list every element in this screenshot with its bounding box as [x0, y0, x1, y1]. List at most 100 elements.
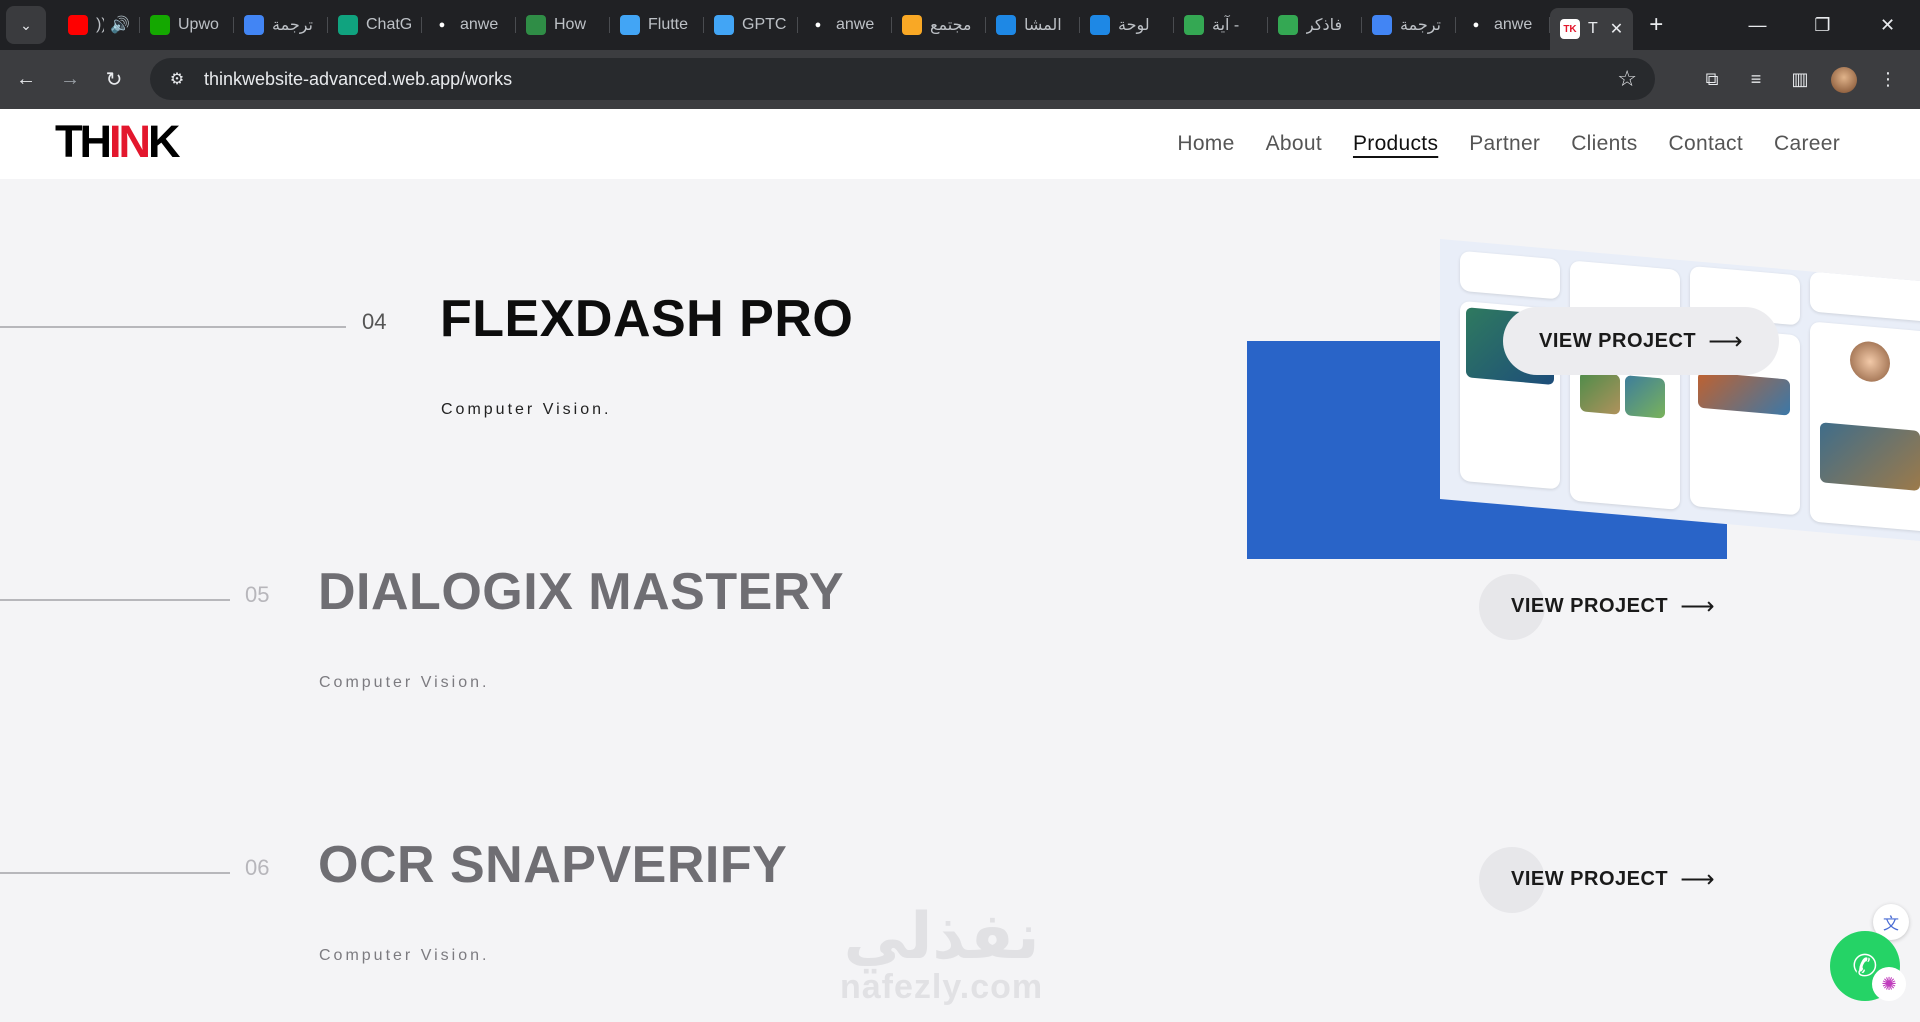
- back-button[interactable]: ←: [8, 62, 44, 98]
- view-project-button[interactable]: VIEW PROJECT ⟶: [1479, 573, 1716, 640]
- tab-2[interactable]: ترجمة: [234, 8, 328, 42]
- tab-title: آية -: [1212, 17, 1240, 34]
- tab-14[interactable]: ترجمة: [1362, 8, 1456, 42]
- tab-15[interactable]: ● anwe: [1456, 8, 1550, 42]
- think-favicon-icon: TK: [1560, 19, 1580, 39]
- work-subtitle: Computer Vision.: [441, 401, 612, 418]
- hsoub-icon: [902, 15, 922, 35]
- tab-0[interactable]: )) 🔊: [58, 8, 140, 42]
- browser-chrome: ⌄ )) 🔊 Upwo ترجمة ChatG ● anwe How Flutte GPTC ● an…: [0, 0, 1920, 109]
- tab-title: T: [1588, 20, 1598, 37]
- work-item[interactable]: 05 DIALOGIX MASTERY Computer Vision. VIE…: [0, 512, 1920, 782]
- tab-3[interactable]: ChatG: [328, 8, 422, 42]
- tab-10[interactable]: المشا: [986, 8, 1080, 42]
- toolbar-actions: ⧉ ≡ ▥ ⋮: [1690, 50, 1910, 109]
- tab-title: anwe: [460, 16, 499, 33]
- work-title[interactable]: OCR SNAPVERIFY: [318, 835, 787, 895]
- media-controls-icon[interactable]: ≡: [1734, 69, 1778, 90]
- tab-4[interactable]: ● anwe: [422, 8, 516, 42]
- github-icon: ●: [438, 19, 446, 31]
- restore-button[interactable]: ❐: [1790, 0, 1855, 50]
- view-project-button[interactable]: VIEW PROJECT ⟶: [1503, 307, 1780, 375]
- nav-about[interactable]: About: [1266, 132, 1322, 156]
- tab-13[interactable]: فاذكر: [1268, 8, 1362, 42]
- tab-title: Upwo: [178, 16, 219, 33]
- nav-contact[interactable]: Contact: [1669, 132, 1743, 156]
- tab-11[interactable]: لوحة: [1080, 8, 1174, 42]
- flutter-icon: [714, 15, 734, 35]
- tab-strip: ⌄ )) 🔊 Upwo ترجمة ChatG ● anwe How Flutte GPTC ● an…: [0, 0, 1920, 50]
- work-title[interactable]: FLEXDASH PRO: [440, 289, 853, 349]
- site-header: THINK Home About Products Partner Client…: [0, 109, 1920, 179]
- extensions-icon[interactable]: ⧉: [1690, 69, 1734, 90]
- window-controls: — ❐ ✕: [1725, 0, 1920, 50]
- address-bar[interactable]: ⚙ thinkwebsite-advanced.web.app/works ☆: [150, 58, 1655, 100]
- work-number: 06: [245, 855, 270, 880]
- google-translate-icon: [1372, 15, 1392, 35]
- tab-8[interactable]: ● anwe: [798, 8, 892, 42]
- brain-extension-icon[interactable]: ✺: [1872, 967, 1906, 1001]
- minimize-button[interactable]: —: [1725, 0, 1790, 50]
- mostaql-icon: [1090, 15, 1110, 35]
- site-info-icon[interactable]: ⚙: [162, 69, 192, 89]
- reload-button[interactable]: ↻: [96, 62, 132, 98]
- side-panel-icon[interactable]: ▥: [1778, 69, 1822, 90]
- profile-avatar[interactable]: [1831, 66, 1857, 93]
- github-icon: ●: [1472, 19, 1480, 31]
- main-nav: Home About Products Partner Clients Cont…: [1146, 109, 1840, 179]
- tab-search-button[interactable]: ⌄: [6, 6, 46, 44]
- nav-partner[interactable]: Partner: [1469, 132, 1540, 156]
- speaker-icon[interactable]: 🔊: [110, 15, 130, 35]
- bookmark-star-icon[interactable]: ☆: [1617, 66, 1637, 92]
- url-text[interactable]: thinkwebsite-advanced.web.app/works: [204, 69, 512, 90]
- work-subtitle: Computer Vision.: [319, 947, 490, 964]
- browser-toolbar: ← → ↻ ⚙ thinkwebsite-advanced.web.app/wo…: [0, 50, 1920, 109]
- mostaql-icon: [996, 15, 1016, 35]
- chatgpt-icon: [338, 15, 358, 35]
- divider-line: [0, 599, 230, 601]
- tab-title: المشا: [1024, 17, 1062, 34]
- menu-kebab-icon[interactable]: ⋮: [1866, 69, 1910, 90]
- tab-title: How: [554, 16, 587, 33]
- tab-1[interactable]: Upwo: [140, 8, 234, 42]
- forward-button[interactable]: →: [52, 62, 88, 98]
- tab-title: ترجمة: [272, 17, 313, 34]
- tab-title: فاذكر: [1306, 17, 1343, 34]
- work-item[interactable]: 04 FLEXDASH PRO Computer Vision. VIEW PR…: [0, 239, 1920, 509]
- close-window-button[interactable]: ✕: [1855, 0, 1920, 50]
- tab-active[interactable]: TK T ✕: [1550, 8, 1634, 50]
- google-play-icon: [1184, 15, 1204, 35]
- view-project-button[interactable]: VIEW PROJECT ⟶: [1479, 846, 1716, 913]
- tab-title: anwe: [1494, 16, 1533, 33]
- arrow-right-icon: ⟶: [1680, 866, 1716, 893]
- work-title[interactable]: DIALOGIX MASTERY: [318, 562, 844, 622]
- tab-title: )): [96, 16, 104, 33]
- tab-title: ترجمة: [1400, 17, 1441, 34]
- github-icon: ●: [814, 19, 822, 31]
- arrow-right-icon: ⟶: [1680, 593, 1716, 620]
- tab-5[interactable]: How: [516, 8, 610, 42]
- tab-12[interactable]: آية -: [1174, 8, 1268, 42]
- tab-7[interactable]: GPTC: [704, 8, 798, 42]
- flutter-icon: [620, 15, 640, 35]
- tab-6[interactable]: Flutte: [610, 8, 704, 42]
- tab-title: لوحة: [1118, 17, 1150, 34]
- youtube-icon: [68, 15, 88, 35]
- nav-clients[interactable]: Clients: [1571, 132, 1637, 156]
- tab-title: anwe: [836, 16, 875, 33]
- nav-career[interactable]: Career: [1774, 132, 1840, 156]
- tab-title: GPTC: [742, 16, 787, 33]
- tab-title: ChatG: [366, 16, 412, 33]
- nav-home[interactable]: Home: [1177, 132, 1234, 156]
- divider-line: [0, 872, 230, 874]
- google-translate-icon: [244, 15, 264, 35]
- nav-products[interactable]: Products: [1353, 132, 1438, 156]
- work-number: 05: [245, 582, 270, 607]
- close-tab-icon[interactable]: ✕: [1610, 19, 1623, 39]
- divider-line: [0, 326, 346, 328]
- tab-9[interactable]: مجتمع: [892, 8, 986, 42]
- think-logo[interactable]: THINK: [55, 119, 180, 164]
- new-tab-button[interactable]: +: [1649, 11, 1663, 39]
- tab-title: مجتمع: [930, 17, 972, 34]
- work-subtitle: Computer Vision.: [319, 674, 490, 691]
